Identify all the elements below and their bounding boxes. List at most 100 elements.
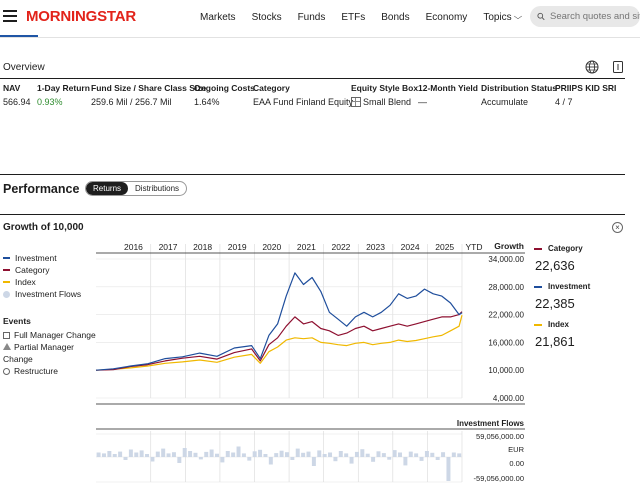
flow-bar <box>134 452 139 457</box>
x-tick-label: 2019 <box>228 242 247 252</box>
category-line-icon <box>534 247 542 250</box>
flow-bar <box>123 457 128 460</box>
flow-bar <box>333 457 338 462</box>
y-tick-label: 22,000.00 <box>488 311 524 320</box>
y-tick-label: 16,000.00 <box>488 338 524 347</box>
y-tick-label: 10,000.00 <box>488 366 524 375</box>
summary-category-value: 22,636 <box>535 258 575 273</box>
flow-bar <box>171 452 176 457</box>
flow-bar <box>236 446 241 457</box>
investment-line-icon <box>534 285 542 288</box>
flow-bar <box>268 457 273 465</box>
flow-bar <box>381 453 386 457</box>
summary-label: Investment <box>548 282 591 291</box>
flow-bar <box>424 451 429 457</box>
flow-bar <box>107 451 112 457</box>
x-tick-label: 2017 <box>159 242 178 252</box>
x-tick-label: 2021 <box>297 242 316 252</box>
summary-index: Index <box>534 320 569 329</box>
flow-bar <box>166 453 171 457</box>
flow-bar <box>139 450 144 457</box>
flow-bar <box>274 453 279 457</box>
flow-bar <box>365 453 370 457</box>
summary-label: Index <box>548 320 569 329</box>
flow-bar <box>392 450 397 457</box>
index-line-icon <box>534 323 542 326</box>
flow-bar <box>360 449 365 457</box>
flows-unit-label: EUR <box>508 445 524 454</box>
flow-bar <box>193 452 198 457</box>
flow-bar <box>112 454 117 457</box>
flow-bar <box>182 448 187 457</box>
summary-label: Category <box>548 244 583 253</box>
x-tick-label: 2023 <box>366 242 385 252</box>
flow-bar <box>252 451 257 457</box>
x-tick-label: 2025 <box>435 242 454 252</box>
flow-bar <box>376 451 381 457</box>
flow-bar <box>387 457 392 460</box>
flow-bar <box>441 452 446 457</box>
x-tick-label: 2020 <box>262 242 281 252</box>
flow-bar <box>279 450 284 457</box>
flow-bar <box>301 452 306 457</box>
flow-bar <box>220 457 225 463</box>
flows-y-tick-label: 59,056,000.00 <box>476 432 524 441</box>
flow-bar <box>317 450 322 457</box>
flows-y-tick-label: -59,056,000.00 <box>474 474 524 483</box>
flow-bar <box>311 457 316 466</box>
flow-bar <box>209 449 214 457</box>
flow-bar <box>408 451 413 457</box>
x-tick-label: 2022 <box>331 242 350 252</box>
flow-bar <box>263 454 268 457</box>
flow-bar <box>451 452 456 457</box>
growth-axis-title: Growth <box>494 241 524 251</box>
flow-bar <box>225 451 230 457</box>
flow-bar <box>414 453 419 457</box>
flow-bar <box>328 452 333 457</box>
y-tick-label: 34,000.00 <box>488 255 524 264</box>
flow-bar <box>295 448 300 457</box>
flow-bar <box>457 453 462 457</box>
flow-bar <box>241 453 246 457</box>
flow-bar <box>198 457 203 460</box>
flow-bar <box>231 452 236 457</box>
flow-bar <box>306 451 311 457</box>
flow-bar <box>155 451 160 457</box>
flow-bar <box>215 453 219 457</box>
flow-bar <box>96 452 101 457</box>
flow-bar <box>435 457 440 460</box>
summary-index-value: 21,861 <box>535 334 575 349</box>
flow-bar <box>430 452 435 457</box>
flow-bar <box>145 454 150 457</box>
flow-bar <box>354 451 359 457</box>
flow-bar <box>128 449 133 457</box>
flow-bar <box>284 452 289 457</box>
flow-bar <box>290 457 295 460</box>
flow-bar <box>247 457 252 461</box>
flow-bar <box>446 457 451 481</box>
flow-bar <box>161 448 166 457</box>
flow-bar <box>101 453 106 457</box>
flow-bar <box>258 449 263 457</box>
flow-bar <box>398 452 402 457</box>
flow-bar <box>338 451 343 457</box>
flow-bar <box>403 457 408 466</box>
x-tick-label: YTD <box>466 242 483 252</box>
flows-title: Investment Flows <box>457 419 525 428</box>
flow-bar <box>188 451 193 457</box>
flows-y-tick-label: 0.00 <box>509 459 524 468</box>
summary-investment: Investment <box>534 282 590 291</box>
flow-bar <box>349 457 354 464</box>
flow-bar <box>150 457 155 462</box>
x-tick-label: 2016 <box>124 242 143 252</box>
flow-bar <box>177 457 182 463</box>
x-tick-label: 2018 <box>193 242 212 252</box>
x-tick-label: 2024 <box>401 242 420 252</box>
summary-investment-value: 22,385 <box>535 296 575 311</box>
flow-bar <box>344 453 349 457</box>
flow-bar <box>118 451 123 457</box>
summary-category: Category <box>534 244 583 253</box>
y-tick-label: 28,000.00 <box>488 283 524 292</box>
y-tick-label: 4,000.00 <box>493 394 525 403</box>
flow-bar <box>204 451 209 457</box>
